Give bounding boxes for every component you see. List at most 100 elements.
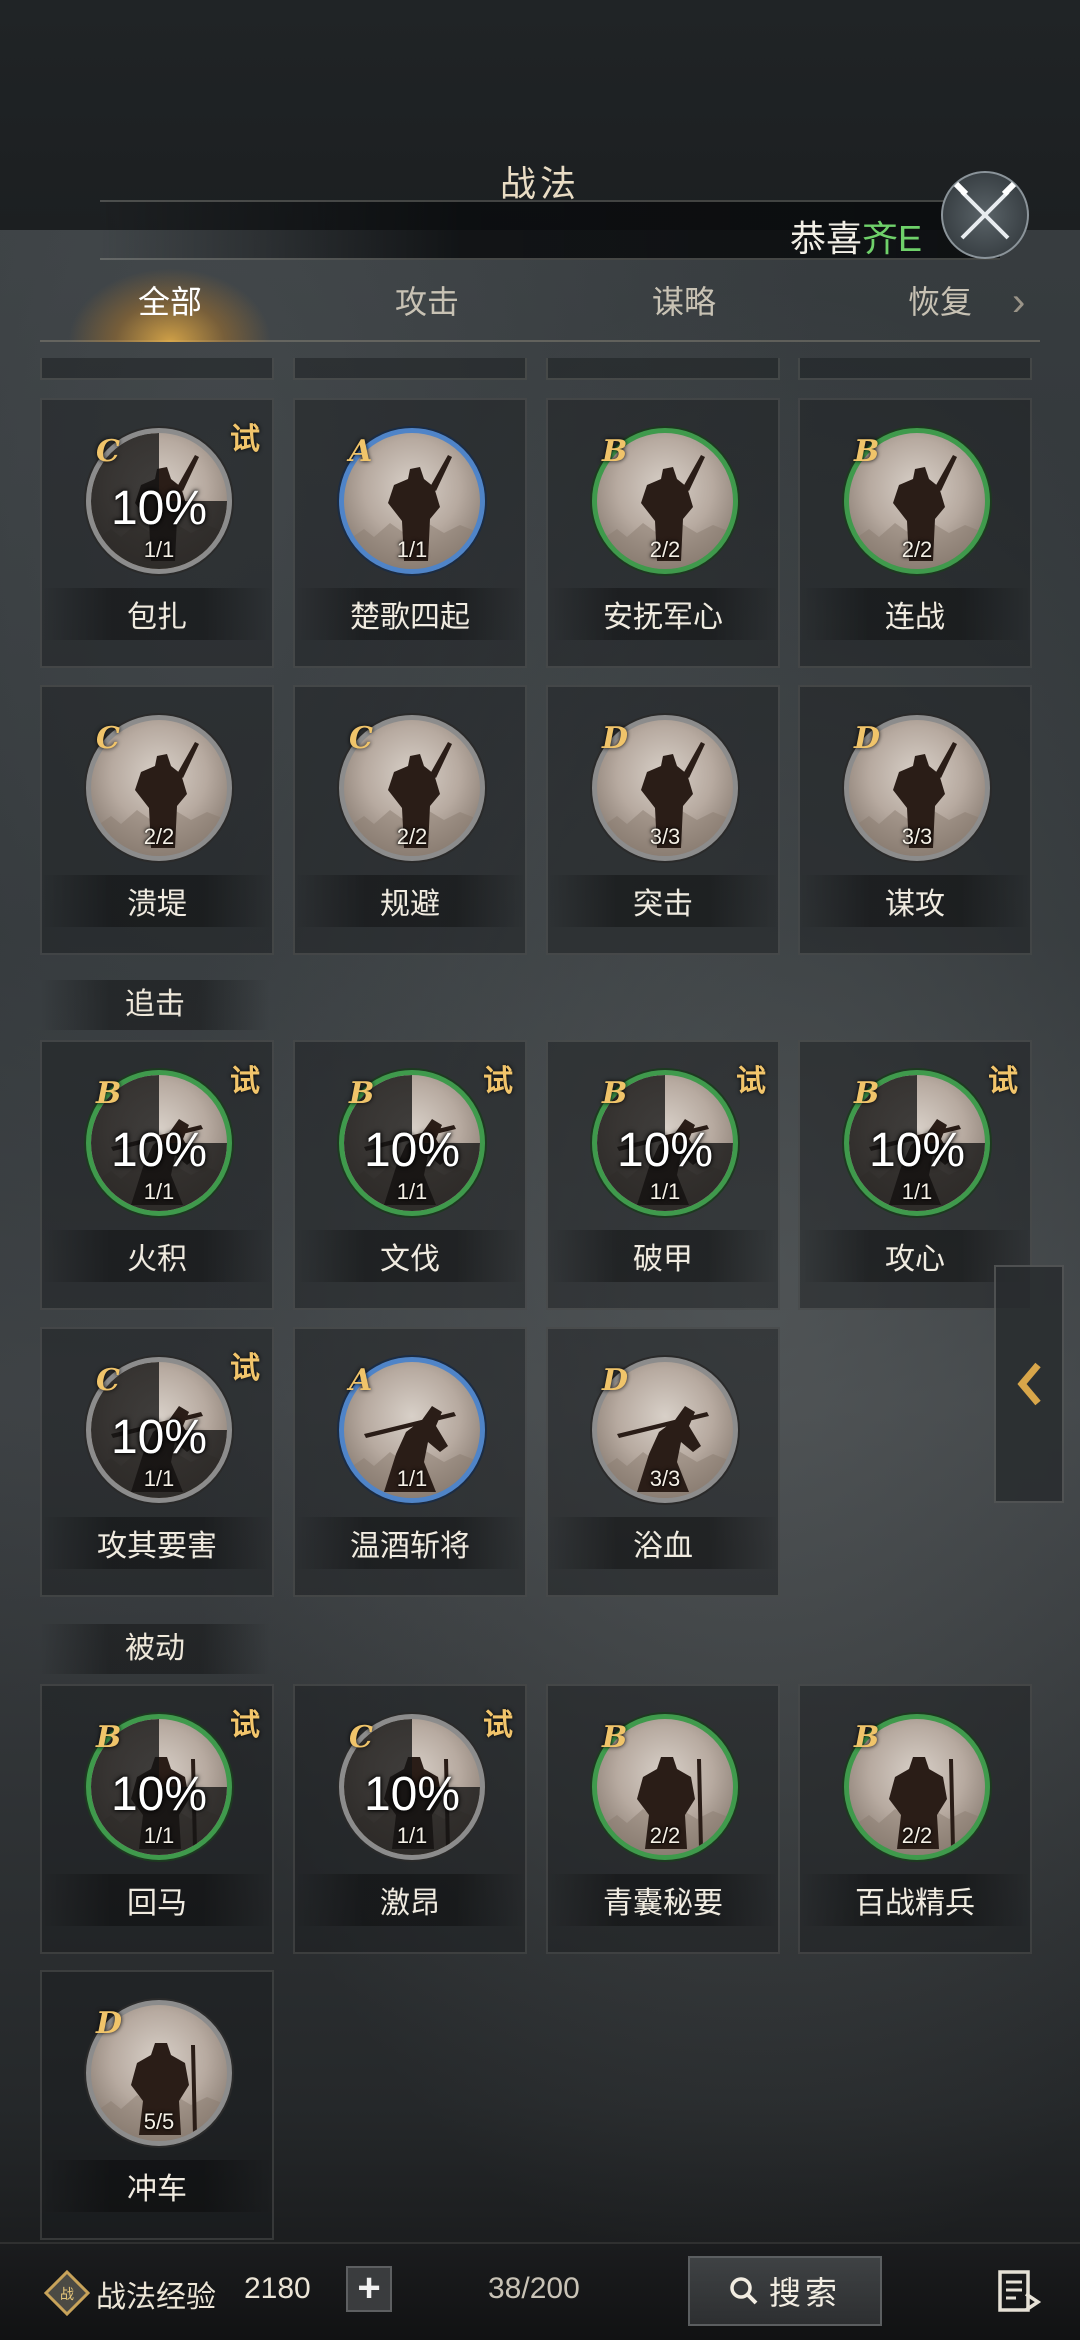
skill-card[interactable]: 10% 1/1 B 试破甲 bbox=[546, 1040, 780, 1310]
section-label-pursuit: 追击 bbox=[40, 980, 270, 1030]
skill-name: 温酒斩将 bbox=[295, 1517, 525, 1569]
skill-card[interactable]: 2/2 B 安抚军心 bbox=[546, 398, 780, 668]
clipped-card-row bbox=[293, 358, 527, 380]
trial-badge: 试 bbox=[230, 1352, 260, 1385]
tab-all[interactable]: 全部 bbox=[60, 262, 280, 342]
clipped-card-row bbox=[546, 358, 780, 380]
announcement-ticker: 恭喜齐E bbox=[100, 200, 1000, 260]
skill-card[interactable]: 10% 1/1 C 试攻其要害 bbox=[40, 1327, 274, 1597]
skill-grade: B bbox=[602, 434, 628, 469]
skill-card[interactable]: 3/3 D 谋攻 bbox=[798, 685, 1032, 955]
skill-name: 激昂 bbox=[295, 1874, 525, 1926]
skill-count: 1/1 bbox=[901, 1179, 933, 1204]
skill-grade: C bbox=[349, 721, 373, 756]
section-label-passive: 被动 bbox=[40, 1624, 270, 1674]
close-button[interactable] bbox=[930, 160, 1040, 270]
skill-name: 百战精兵 bbox=[800, 1874, 1030, 1926]
skill-name: 楚歌四起 bbox=[295, 588, 525, 640]
tab-attack[interactable]: 攻击 bbox=[317, 262, 537, 342]
skill-count: 2/2 bbox=[649, 1823, 681, 1848]
trial-badge: 试 bbox=[483, 1065, 513, 1098]
skill-grade: C bbox=[96, 434, 120, 469]
skill-count: 1/1 bbox=[143, 537, 175, 562]
search-button[interactable]: 搜索 bbox=[688, 2256, 882, 2326]
category-tabs: 全部 攻击 谋略 恢复 bbox=[40, 262, 1040, 342]
clipped-card-row bbox=[40, 358, 274, 380]
side-panel-toggle[interactable] bbox=[994, 1265, 1064, 1503]
trial-percent: 10% bbox=[616, 1124, 714, 1177]
skill-grade: B bbox=[349, 1076, 375, 1111]
skill-count: 2/2 bbox=[649, 537, 681, 562]
skill-card[interactable]: 2/2 B 青囊秘要 bbox=[546, 1684, 780, 1954]
skill-card[interactable]: 2/2 B 连战 bbox=[798, 398, 1032, 668]
skill-count: 1/1 bbox=[143, 1823, 175, 1848]
skill-grade: A bbox=[349, 434, 373, 469]
skill-card[interactable]: 5/5 D 冲车 bbox=[40, 1970, 274, 2240]
tab-strategy[interactable]: 谋略 bbox=[574, 262, 794, 342]
skill-name: 溃堤 bbox=[42, 875, 272, 927]
skill-name: 突击 bbox=[548, 875, 778, 927]
trial-percent: 10% bbox=[110, 1124, 208, 1177]
skill-grade: B bbox=[854, 434, 880, 469]
trial-percent: 10% bbox=[868, 1124, 966, 1177]
svg-text:战: 战 bbox=[60, 2287, 74, 2303]
skill-name: 破甲 bbox=[548, 1230, 778, 1282]
skill-card[interactable]: 3/3 D 突击 bbox=[546, 685, 780, 955]
skill-name: 包扎 bbox=[42, 588, 272, 640]
skill-name: 回马 bbox=[42, 1874, 272, 1926]
clipped-card-row bbox=[798, 358, 1032, 380]
skill-grade: B bbox=[602, 1076, 628, 1111]
skill-count: 3/3 bbox=[901, 824, 933, 849]
skill-card[interactable]: 2/2 C 溃堤 bbox=[40, 685, 274, 955]
skill-count: 1/1 bbox=[396, 1179, 428, 1204]
skill-grade: B bbox=[602, 1720, 628, 1755]
skill-count: 1/1 bbox=[396, 1466, 428, 1491]
skill-card[interactable]: 1/1 A 温酒斩将 bbox=[293, 1327, 527, 1597]
skill-name: 浴血 bbox=[548, 1517, 778, 1569]
skill-card[interactable]: 1/1 A 楚歌四起 bbox=[293, 398, 527, 668]
chevron-left-icon bbox=[1017, 1362, 1041, 1406]
skill-grade: C bbox=[96, 1363, 120, 1398]
skill-grade: B bbox=[854, 1720, 880, 1755]
trial-badge: 试 bbox=[230, 1709, 260, 1742]
skill-grade: D bbox=[96, 2006, 123, 2041]
skill-count: 2/2 bbox=[901, 537, 933, 562]
skill-card[interactable]: 10% 1/1 C 试激昂 bbox=[293, 1684, 527, 1954]
skill-grade: D bbox=[602, 721, 629, 756]
ticker-highlight: 齐E bbox=[862, 218, 923, 259]
search-label: 搜索 bbox=[768, 2275, 841, 2311]
skill-card[interactable]: 2/2 C 规避 bbox=[293, 685, 527, 955]
skill-count: 1/1 bbox=[396, 1823, 428, 1848]
skill-card[interactable]: 10% 1/1 C 试包扎 bbox=[40, 398, 274, 668]
export-icon[interactable] bbox=[994, 2266, 1044, 2316]
skill-grade: A bbox=[349, 1363, 373, 1398]
skill-name: 安抚军心 bbox=[548, 588, 778, 640]
trial-percent: 10% bbox=[110, 1411, 208, 1464]
skill-count: 1/1 bbox=[396, 537, 428, 562]
skill-name: 规避 bbox=[295, 875, 525, 927]
add-exp-button[interactable]: + bbox=[346, 2266, 392, 2312]
skill-count: 5/5 bbox=[143, 2109, 175, 2134]
skill-grade: C bbox=[96, 721, 120, 756]
bottom-bar: 战 战法经验 2180 + 38/200 搜索 bbox=[0, 2242, 1080, 2340]
skill-count: 38/200 bbox=[488, 2272, 580, 2305]
skill-count: 1/1 bbox=[143, 1466, 175, 1491]
skill-name: 文伐 bbox=[295, 1230, 525, 1282]
skill-card[interactable]: 3/3 D 浴血 bbox=[546, 1327, 780, 1597]
chevron-right-icon[interactable]: › bbox=[1012, 280, 1025, 325]
trial-badge: 试 bbox=[988, 1065, 1018, 1098]
skill-name: 连战 bbox=[800, 588, 1030, 640]
skill-card[interactable]: 2/2 B 百战精兵 bbox=[798, 1684, 1032, 1954]
skill-card[interactable]: 10% 1/1 B 试文伐 bbox=[293, 1040, 527, 1310]
crossed-swords-icon bbox=[941, 171, 1029, 259]
skill-card[interactable]: 10% 1/1 B 试回马 bbox=[40, 1684, 274, 1954]
skill-grade: D bbox=[602, 1363, 629, 1398]
skill-count: 3/3 bbox=[649, 824, 681, 849]
trial-badge: 试 bbox=[230, 423, 260, 456]
skill-exp-value: 2180 bbox=[244, 2272, 311, 2305]
skill-exp-label: 战法经验 bbox=[96, 2281, 216, 2314]
trial-badge: 试 bbox=[483, 1709, 513, 1742]
trial-percent: 10% bbox=[110, 482, 208, 535]
skill-card[interactable]: 10% 1/1 B 试火积 bbox=[40, 1040, 274, 1310]
skill-name: 谋攻 bbox=[800, 875, 1030, 927]
